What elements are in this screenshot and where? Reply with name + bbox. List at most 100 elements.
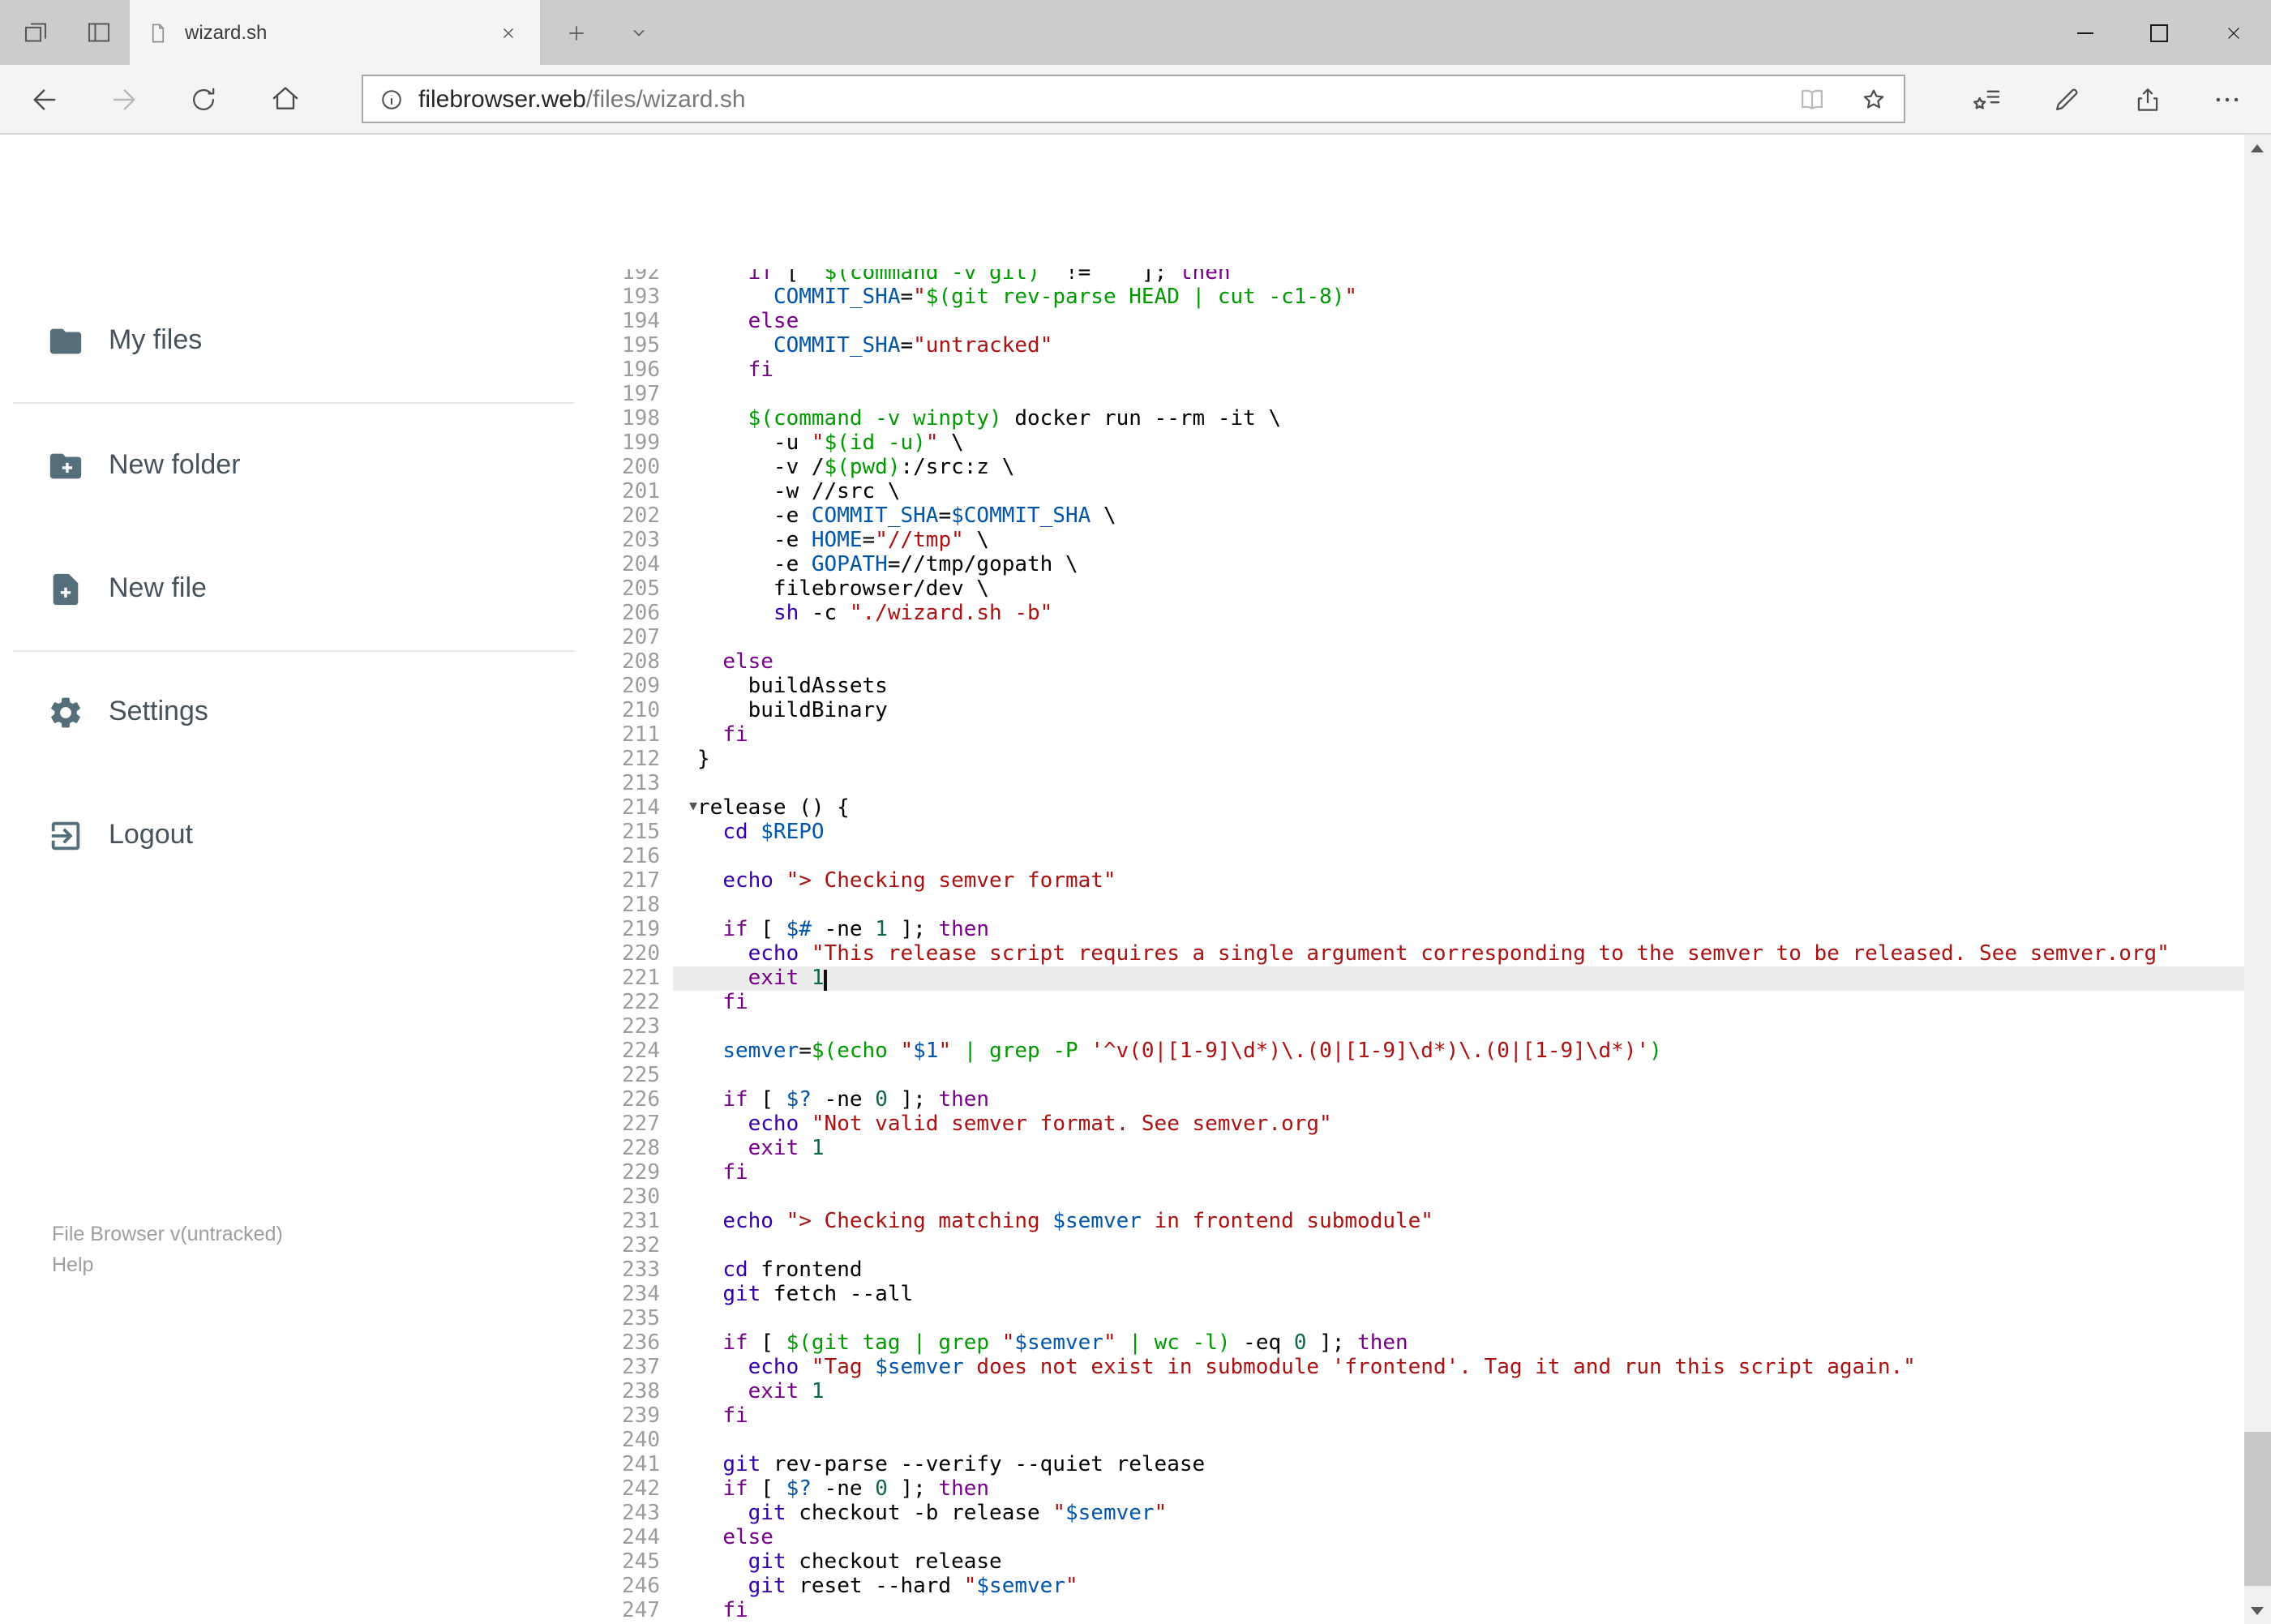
code-text[interactable]: if [ $? -ne 0 ]; then (673, 1088, 2243, 1112)
sidebar-item-new-folder[interactable]: New folder (0, 420, 587, 511)
forward-button[interactable] (96, 71, 151, 126)
maximize-button[interactable] (2122, 0, 2196, 65)
code-line[interactable]: 220 echo "This release script requires a… (587, 942, 2243, 966)
code-editor[interactable]: 192 if [ "$(command -v git)" != "" ]; th… (587, 269, 2243, 1624)
code-line[interactable]: 209 buildAssets (587, 675, 2243, 699)
code-text[interactable] (673, 626, 2243, 650)
reading-view-icon[interactable] (1780, 84, 1842, 114)
code-line[interactable]: 195 COMMIT_SHA="untracked" (587, 334, 2243, 358)
code-line[interactable]: 241 git rev-parse --verify --quiet relea… (587, 1453, 2243, 1477)
browser-tab[interactable]: wizard.sh (130, 0, 540, 65)
code-text[interactable]: buildAssets (673, 675, 2243, 699)
code-line[interactable]: 233 cd frontend (587, 1258, 2243, 1283)
sidebar-item-my-files[interactable]: My files (0, 295, 587, 386)
tab-preview-icon[interactable] (16, 13, 55, 52)
scroll-down-arrow-icon[interactable] (2243, 1596, 2271, 1624)
code-text[interactable]: COMMIT_SHA="untracked" (673, 334, 2243, 358)
code-line[interactable]: 201 -w //src \ (587, 480, 2243, 504)
favorite-star-icon[interactable] (1842, 84, 1904, 114)
code-text[interactable]: -u "$(id -u)" \ (673, 431, 2243, 456)
code-text[interactable]: echo "> Checking matching $semver in fro… (673, 1210, 2243, 1234)
code-line[interactable]: 193 COMMIT_SHA="$(git rev-parse HEAD | c… (587, 285, 2243, 310)
code-text[interactable]: echo "Not valid semver format. See semve… (673, 1112, 2243, 1137)
code-text[interactable] (673, 893, 2243, 918)
url-text[interactable]: filebrowser.web/files/wizard.sh (418, 85, 1780, 113)
code-text[interactable]: else (673, 650, 2243, 675)
code-text[interactable]: cd frontend (673, 1258, 2243, 1283)
code-line[interactable]: 240 (587, 1429, 2243, 1453)
code-text[interactable]: if [ $? -ne 0 ]; then (673, 1477, 2243, 1502)
fold-arrow-icon[interactable]: ▾ (689, 795, 697, 819)
code-text[interactable]: echo "This release script requires a sin… (673, 942, 2243, 966)
code-line[interactable]: 199 -u "$(id -u)" \ (587, 431, 2243, 456)
home-button[interactable] (258, 71, 313, 126)
site-info-icon[interactable] (363, 85, 418, 113)
code-line[interactable]: 238 exit 1 (587, 1380, 2243, 1404)
code-line[interactable]: 219 if [ $# -ne 1 ]; then (587, 918, 2243, 942)
code-text[interactable]: fi (673, 358, 2243, 383)
code-text[interactable]: COMMIT_SHA="$(git rev-parse HEAD | cut -… (673, 285, 2243, 310)
share-icon[interactable] (2119, 71, 2175, 126)
code-text[interactable]: git fetch --all (673, 1283, 2243, 1307)
code-text[interactable] (673, 1064, 2243, 1088)
code-text[interactable]: else (673, 310, 2243, 334)
code-text[interactable] (673, 1015, 2243, 1039)
back-button[interactable] (16, 71, 71, 126)
code-text[interactable]: fi (673, 1161, 2243, 1185)
close-button[interactable] (2196, 0, 2271, 65)
code-line[interactable]: 243 git checkout -b release "$semver" (587, 1502, 2243, 1526)
code-line[interactable]: 226 if [ $? -ne 0 ]; then (587, 1088, 2243, 1112)
sidebar-item-logout[interactable]: Logout (0, 790, 587, 881)
code-text[interactable]: -w //src \ (673, 480, 2243, 504)
code-line[interactable]: 211 fi (587, 723, 2243, 748)
code-line[interactable]: 223 (587, 1015, 2243, 1039)
code-line[interactable]: 207 (587, 626, 2243, 650)
code-line[interactable]: 192 if [ "$(command -v git)" != "" ]; th… (587, 269, 2243, 285)
new-tab-button[interactable] (555, 13, 597, 52)
code-text[interactable] (673, 1307, 2243, 1331)
code-line[interactable]: 200 -v /$(pwd):/src:z \ (587, 456, 2243, 480)
code-line[interactable]: 229 fi (587, 1161, 2243, 1185)
code-line[interactable]: 236 if [ $(git tag | grep "$semver" | wc… (587, 1331, 2243, 1356)
code-line[interactable]: 214 ▾ release () { (587, 796, 2243, 821)
code-text[interactable]: fi (673, 723, 2243, 748)
code-text[interactable]: -e HOME="//tmp" \ (673, 529, 2243, 553)
sidebar-item-new-file[interactable]: New file (0, 543, 587, 634)
code-text[interactable]: buildBinary (673, 699, 2243, 723)
code-line[interactable]: 232 (587, 1234, 2243, 1258)
minimize-button[interactable] (2047, 0, 2122, 65)
code-text[interactable]: } (673, 748, 2243, 772)
code-line[interactable]: 212} (587, 748, 2243, 772)
code-text[interactable]: else (673, 1526, 2243, 1550)
code-text[interactable]: exit 1 (673, 966, 2243, 991)
sidebar-item-settings[interactable]: Settings (0, 666, 587, 757)
code-text[interactable]: filebrowser/dev \ (673, 577, 2243, 602)
code-line[interactable]: 244 else (587, 1526, 2243, 1550)
code-text[interactable]: exit 1 (673, 1137, 2243, 1161)
code-line[interactable]: 237 echo "Tag $semver does not exist in … (587, 1356, 2243, 1380)
tab-list-chevron-icon[interactable] (618, 15, 660, 50)
code-text[interactable]: -e COMMIT_SHA=$COMMIT_SHA \ (673, 504, 2243, 529)
tab-close-icon[interactable] (491, 16, 524, 49)
code-line[interactable]: 234 git fetch --all (587, 1283, 2243, 1307)
code-line[interactable]: 235 (587, 1307, 2243, 1331)
code-text[interactable] (673, 772, 2243, 796)
code-line[interactable]: 222 fi (587, 991, 2243, 1015)
code-text[interactable]: release () { (673, 796, 2243, 821)
code-line[interactable]: 216 (587, 845, 2243, 869)
code-line[interactable]: 245 git checkout release (587, 1550, 2243, 1575)
annotate-pen-icon[interactable] (2038, 71, 2093, 126)
code-text[interactable]: exit 1 (673, 1380, 2243, 1404)
code-text[interactable]: $(command -v winpty) docker run --rm -it… (673, 407, 2243, 431)
code-line[interactable]: 228 exit 1 (587, 1137, 2243, 1161)
code-text[interactable]: git reset --hard "$semver" (673, 1575, 2243, 1599)
code-line[interactable]: 225 (587, 1064, 2243, 1088)
code-text[interactable] (673, 1234, 2243, 1258)
address-bar[interactable]: filebrowser.web/files/wizard.sh (362, 75, 1905, 123)
code-line[interactable]: 213 (587, 772, 2243, 796)
code-text[interactable] (673, 383, 2243, 407)
code-line[interactable]: 224 semver=$(echo "$1" | grep -P '^v(0|[… (587, 1039, 2243, 1064)
help-link[interactable]: Help (52, 1250, 283, 1281)
code-line[interactable]: 247 fi (587, 1599, 2243, 1623)
code-line[interactable]: 230 (587, 1185, 2243, 1210)
